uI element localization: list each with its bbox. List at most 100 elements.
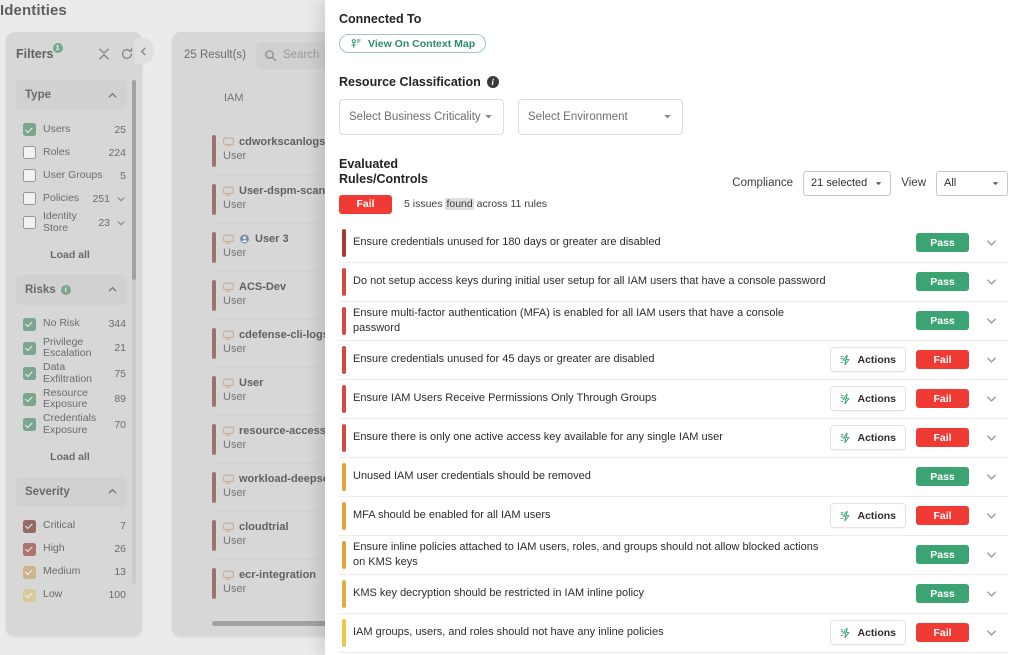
filter-option-privilege-escalation[interactable]: Privilege Escalation21 <box>16 336 132 362</box>
view-on-context-map-button[interactable]: View On Context Map <box>339 34 486 53</box>
list-item-body: cdefense-cli-logsUser <box>223 329 329 355</box>
list-item-title-line: cloudtrial <box>223 521 289 533</box>
compliance-label: Compliance <box>732 177 793 189</box>
rule-row[interactable]: Ensure there is only one active access k… <box>339 419 1008 458</box>
list-item-subtitle: User <box>223 535 289 547</box>
chevron-down-icon[interactable] <box>985 587 998 600</box>
rule-row[interactable]: MFA should be enabled for all IAM usersA… <box>339 497 1008 536</box>
rule-actions-button[interactable]: Actions <box>830 503 906 528</box>
filter-option-critical[interactable]: Critical7 <box>16 515 132 538</box>
checkbox[interactable] <box>23 589 36 602</box>
rule-row[interactable]: Ensure inline policies attached to IAM u… <box>339 536 1008 575</box>
filter-option-resource-exposure[interactable]: Resource Exposure89 <box>16 387 132 413</box>
chevron-down-icon[interactable] <box>985 509 998 522</box>
checkbox[interactable] <box>23 520 36 533</box>
chevron-down-icon[interactable] <box>985 236 998 249</box>
severity-bar <box>212 280 216 311</box>
rule-row[interactable]: Do not setup access keys during initial … <box>339 263 1008 302</box>
refresh-icon[interactable] <box>120 47 134 61</box>
checkbox[interactable] <box>23 393 36 406</box>
compliance-select[interactable]: 21 selected <box>803 171 891 196</box>
filter-option-user-groups[interactable]: User Groups5 <box>16 164 132 187</box>
filter-option-low[interactable]: Low100 <box>16 584 132 607</box>
chevron-down-icon[interactable] <box>985 470 998 483</box>
filter-option-roles[interactable]: Roles224 <box>16 141 132 164</box>
checkbox[interactable] <box>23 192 36 205</box>
rule-row[interactable]: IAM groups, users, and roles should not … <box>339 614 1008 653</box>
info-icon[interactable]: i <box>487 76 499 88</box>
rule-actions-button[interactable]: Actions <box>830 425 906 450</box>
checkbox[interactable] <box>23 543 36 556</box>
filter-option-policies[interactable]: Policies251 <box>16 187 132 210</box>
rule-actions-button[interactable]: Actions <box>830 347 906 372</box>
rule-description: Ensure multi-factor authentication (MFA)… <box>353 306 845 335</box>
business-criticality-value: Select Business Criticality <box>349 111 481 123</box>
list-item-body: cloudtrial User <box>223 521 289 547</box>
chevron-down-icon[interactable] <box>116 218 126 228</box>
chevron-down-icon[interactable] <box>116 194 126 204</box>
checkbox[interactable] <box>23 418 36 431</box>
filter-option-medium[interactable]: Medium13 <box>16 561 132 584</box>
view-select[interactable]: All <box>936 171 1008 196</box>
rule-right-controls: Pass <box>916 545 978 564</box>
checkbox[interactable] <box>23 216 36 229</box>
rule-right-controls: ActionsFail <box>830 386 978 411</box>
checkbox[interactable] <box>23 342 36 355</box>
rule-status-slot: Pass <box>916 584 978 603</box>
chevron-down-icon[interactable] <box>985 548 998 561</box>
rule-right-controls: Pass <box>916 584 978 603</box>
checkbox[interactable] <box>23 367 36 380</box>
filter-option-credentials-exposure[interactable]: Credentials Exposure70 <box>16 412 132 438</box>
rule-actions-button[interactable]: Actions <box>830 386 906 411</box>
rule-row[interactable]: Unused IAM user credentials should be re… <box>339 458 1008 497</box>
rule-right-controls: Pass <box>916 311 978 330</box>
info-icon[interactable]: i <box>61 285 71 295</box>
chevron-down-icon <box>991 179 1000 188</box>
checkbox[interactable] <box>23 566 36 579</box>
collapse-all-icon[interactable] <box>97 47 111 61</box>
filter-option-count: 21 <box>114 342 126 354</box>
chevron-down-icon[interactable] <box>985 275 998 288</box>
filter-section-header-risks[interactable]: Risksi <box>16 275 127 305</box>
filter-option-no-risk[interactable]: No Risk344 <box>16 313 132 336</box>
checkbox[interactable] <box>23 146 36 159</box>
filter-option-users[interactable]: Users25 <box>16 118 132 141</box>
checkbox[interactable] <box>23 169 36 182</box>
filter-option-high[interactable]: High26 <box>16 538 132 561</box>
load-all-button-risks[interactable]: Load all <box>11 442 129 473</box>
checkbox[interactable] <box>23 123 36 136</box>
list-item-title-line: User 3 <box>223 233 289 245</box>
rule-actions-button[interactable]: Actions <box>830 620 906 645</box>
list-item-subtitle: User <box>223 295 286 307</box>
rule-row[interactable]: Ensure IAM Users Receive Permissions Onl… <box>339 380 1008 419</box>
business-criticality-select[interactable]: Select Business Criticality <box>339 99 504 135</box>
user-badge-icon <box>239 234 250 244</box>
load-all-button-type[interactable]: Load all <box>11 240 129 271</box>
rule-status-badge: Fail <box>916 623 969 642</box>
rule-row[interactable]: Ensure multi-factor authentication (MFA)… <box>339 302 1008 341</box>
chevron-down-icon[interactable] <box>985 431 998 444</box>
list-item-title-line: ACS-Dev <box>223 281 286 293</box>
chevron-down-icon[interactable] <box>985 314 998 327</box>
chevron-down-icon[interactable] <box>985 353 998 366</box>
rule-row[interactable]: KMS key decryption should be restricted … <box>339 575 1008 614</box>
rule-severity-bar <box>342 385 346 413</box>
filter-option-data-exfiltration[interactable]: Data Exfiltration75 <box>16 361 132 387</box>
environment-select[interactable]: Select Environment <box>518 99 683 135</box>
rule-row[interactable]: Ensure credentials unused for 45 days or… <box>339 341 1008 380</box>
rule-row[interactable]: Ensure credentials unused for 180 days o… <box>339 224 1008 263</box>
rule-description: Do not setup access keys during initial … <box>353 274 845 289</box>
resource-classification-header: Resource Classification i <box>339 75 1008 89</box>
chevron-down-icon[interactable] <box>985 392 998 405</box>
filter-section-header-severity[interactable]: Severity <box>16 477 127 507</box>
filter-section-header-type[interactable]: Type <box>16 80 127 110</box>
filter-option-label: Critical <box>43 520 116 532</box>
sidebar-collapse-button[interactable] <box>134 38 153 64</box>
rule-description: MFA should be enabled for all IAM users <box>353 508 830 523</box>
filter-option-identity-store[interactable]: Identity Store23 <box>16 210 132 236</box>
filter-option-label: Policies <box>43 193 88 205</box>
checkbox[interactable] <box>23 318 36 331</box>
filters-scrollbar-thumb[interactable] <box>132 80 136 280</box>
view-label: View <box>901 177 926 189</box>
chevron-down-icon[interactable] <box>985 626 998 639</box>
